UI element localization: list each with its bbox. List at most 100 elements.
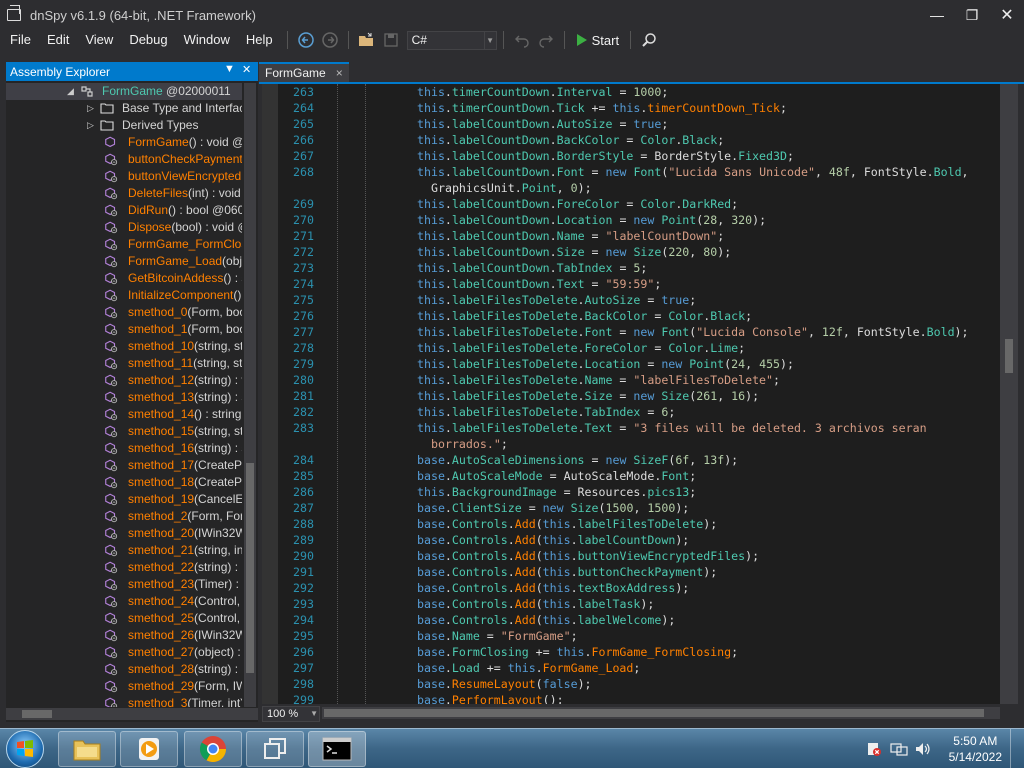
code-token: new bbox=[605, 453, 627, 467]
code-token: = bbox=[619, 133, 641, 147]
tree-member-node[interactable]: buttonCheckPayment bbox=[6, 151, 242, 168]
code-token: this bbox=[417, 325, 445, 339]
expand-toggle-icon[interactable]: ▷ bbox=[87, 100, 94, 117]
code-editor[interactable]: 263 this.timerCountDown.Interval = 1000; 2… bbox=[262, 84, 1000, 704]
line-number: 263 bbox=[293, 85, 314, 99]
tree-member-node[interactable]: smethod_12(string) : v bbox=[6, 372, 242, 389]
maximize-button[interactable]: ❐ bbox=[955, 0, 989, 30]
scroll-thumb[interactable] bbox=[1005, 339, 1013, 373]
tree-member-node[interactable]: buttonViewEncryptedFiles bbox=[6, 168, 242, 185]
tree-member-node[interactable]: smethod_22(string) : in bbox=[6, 559, 242, 576]
tree-member-node[interactable]: smethod_10(string, str bbox=[6, 338, 242, 355]
tree-member-node[interactable]: smethod_3(Timer, int) bbox=[6, 695, 242, 707]
expand-toggle-icon[interactable]: ▷ bbox=[87, 117, 94, 134]
tree-member-node[interactable]: smethod_17(CreatePa bbox=[6, 457, 242, 474]
code-token: 320 bbox=[731, 213, 753, 227]
zoom-select[interactable]: 100 % ▼ bbox=[262, 705, 320, 722]
line-number: 272 bbox=[293, 245, 314, 259]
tree-member-node[interactable]: FormGame_FormClosing bbox=[6, 236, 242, 253]
editor-horizontal-scrollbar[interactable] bbox=[322, 707, 1000, 719]
tree-member-node[interactable]: smethod_0(Form, bool bbox=[6, 304, 242, 321]
scroll-thumb[interactable] bbox=[22, 710, 52, 718]
code-token: buttonViewEncryptedFiles bbox=[577, 549, 746, 563]
tree-member-node[interactable]: smethod_1(Form, bool bbox=[6, 321, 242, 338]
expand-toggle-icon[interactable]: ◢ bbox=[67, 83, 74, 100]
tree-member-node[interactable]: smethod_23(Timer) : v bbox=[6, 576, 242, 593]
menu-help[interactable]: Help bbox=[238, 29, 281, 51]
member-signature: (Timer, int) bbox=[187, 696, 242, 707]
tree-folder-node[interactable]: ▷ Derived Types bbox=[6, 117, 242, 134]
taskbar-cmd[interactable] bbox=[308, 731, 366, 767]
tree-member-node[interactable]: smethod_20(IWin32W bbox=[6, 525, 242, 542]
taskbar-media-player[interactable] bbox=[120, 731, 178, 767]
tree-member-node[interactable]: smethod_13(string) : s bbox=[6, 389, 242, 406]
menu-view[interactable]: View bbox=[77, 29, 121, 51]
scroll-thumb[interactable] bbox=[324, 709, 984, 717]
taskbar-explorer[interactable] bbox=[58, 731, 116, 767]
tree-folder-node[interactable]: ▷ Base Type and Interfaces bbox=[6, 100, 242, 117]
minimize-button[interactable]: — bbox=[920, 0, 954, 30]
panel-close-icon[interactable]: ✕ bbox=[242, 63, 251, 76]
tree-member-node[interactable]: FormGame_Load(object bbox=[6, 253, 242, 270]
tree-member-node[interactable]: GetBitcoinAddess() : st bbox=[6, 270, 242, 287]
editor-vertical-scrollbar[interactable] bbox=[1000, 84, 1018, 704]
language-select[interactable]: C# ▼ bbox=[406, 30, 497, 50]
tree-member-node[interactable]: smethod_27(object) : s bbox=[6, 644, 242, 661]
tree-member-node[interactable]: smethod_21(string, int bbox=[6, 542, 242, 559]
show-desktop-button[interactable] bbox=[1010, 729, 1024, 768]
member-name: smethod_27 bbox=[128, 645, 195, 659]
system-clock[interactable]: 5:50 AM 5/14/2022 bbox=[949, 733, 1002, 765]
tree-member-node[interactable]: smethod_29(Form, IW bbox=[6, 678, 242, 695]
menu-debug[interactable]: Debug bbox=[121, 29, 175, 51]
cmd-icon bbox=[322, 737, 352, 761]
code-token: Add bbox=[514, 613, 536, 627]
windows-start-button[interactable] bbox=[6, 730, 44, 768]
code-token: ; bbox=[786, 149, 794, 163]
volume-icon[interactable] bbox=[914, 741, 932, 762]
tree-member-node[interactable]: smethod_26(IWin32W bbox=[6, 627, 242, 644]
menu-file[interactable]: File bbox=[2, 29, 39, 51]
undo-button[interactable] bbox=[511, 29, 533, 51]
navigate-back-button[interactable] bbox=[295, 29, 317, 51]
redo-button[interactable] bbox=[535, 29, 557, 51]
tree-member-node[interactable]: smethod_2(Form, Forr bbox=[6, 508, 242, 525]
tree-member-node[interactable]: FormGame() : void @0600 bbox=[6, 134, 242, 151]
tree-root-node[interactable]: ◢ FormGame @02000011 bbox=[6, 83, 242, 100]
panel-menu-chevron-icon[interactable]: ▼ bbox=[224, 63, 235, 75]
taskbar-dnspy[interactable] bbox=[246, 731, 304, 767]
tree-member-node[interactable]: smethod_15(string, str bbox=[6, 423, 242, 440]
network-icon[interactable] bbox=[890, 741, 908, 762]
tree-member-node[interactable]: smethod_24(Control, I bbox=[6, 593, 242, 610]
tree-vertical-scrollbar[interactable] bbox=[244, 83, 256, 707]
tree-member-node[interactable]: smethod_28(string) : D bbox=[6, 661, 242, 678]
taskbar-chrome[interactable] bbox=[184, 731, 242, 767]
tree-member-node[interactable]: Dispose(bool) : void @ bbox=[6, 219, 242, 236]
menu-window[interactable]: Window bbox=[176, 29, 238, 51]
start-debug-button[interactable]: Start bbox=[572, 29, 623, 51]
action-center-icon[interactable] bbox=[866, 741, 882, 762]
tree-member-node[interactable]: smethod_25(Control, bbox=[6, 610, 242, 627]
tree-member-node[interactable]: smethod_11(string, str bbox=[6, 355, 242, 372]
code-token: . bbox=[444, 453, 452, 467]
search-button[interactable] bbox=[638, 29, 660, 51]
tree-member-node[interactable]: DidRun() : bool @0600 bbox=[6, 202, 242, 219]
code-token: 455 bbox=[759, 357, 781, 371]
save-button[interactable] bbox=[380, 29, 402, 51]
scroll-thumb[interactable] bbox=[246, 463, 254, 673]
navigate-forward-button[interactable] bbox=[319, 29, 341, 51]
tab-formgame[interactable]: FormGame × bbox=[259, 62, 349, 82]
tree-member-node[interactable]: smethod_14() : string @ bbox=[6, 406, 242, 423]
tree-member-node[interactable]: smethod_18(CreatePa bbox=[6, 474, 242, 491]
menu-edit[interactable]: Edit bbox=[39, 29, 77, 51]
tree-member-node[interactable]: DeleteFiles(int) : void @ bbox=[6, 185, 242, 202]
tree-horizontal-scrollbar[interactable] bbox=[6, 708, 258, 720]
close-button[interactable]: ✕ bbox=[990, 0, 1024, 30]
member-name: smethod_0 bbox=[128, 305, 188, 319]
tree-member-node[interactable]: smethod_19(CancelEv bbox=[6, 491, 242, 508]
tree-member-node[interactable]: InitializeComponent() bbox=[6, 287, 242, 304]
open-button[interactable] bbox=[356, 29, 378, 51]
member-name: smethod_12 bbox=[128, 373, 195, 387]
tab-close-icon[interactable]: × bbox=[336, 66, 343, 80]
tree-member-node[interactable]: smethod_16(string) : s bbox=[6, 440, 242, 457]
member-list: FormGame() : void @0600buttonCheckPaymen… bbox=[6, 134, 242, 707]
